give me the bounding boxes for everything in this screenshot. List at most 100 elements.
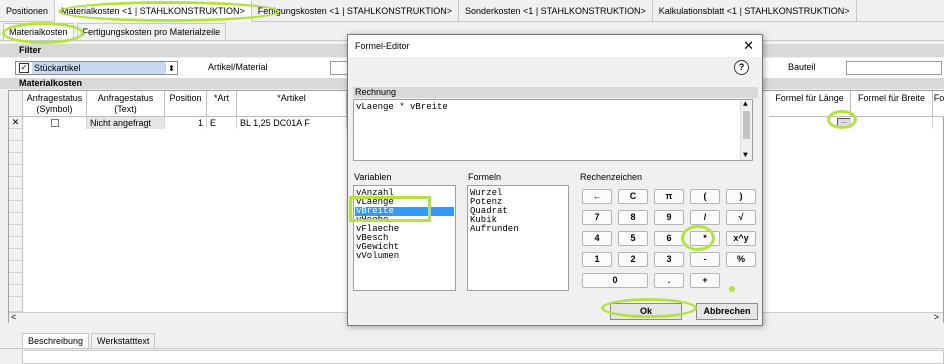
key-minus[interactable]: - [690, 252, 720, 267]
key-6[interactable]: 6 [654, 231, 684, 246]
row-selector[interactable] [9, 249, 23, 261]
bauteil-input[interactable] [846, 61, 942, 75]
ellipsis-button[interactable]: ... [837, 118, 850, 127]
help-icon[interactable]: ? [734, 60, 749, 75]
artikel-material-input[interactable] [330, 61, 348, 75]
header-position[interactable]: Position [165, 91, 207, 117]
ok-button[interactable]: Ok [610, 303, 682, 320]
tab-materialkosten[interactable]: Materialkosten <1 | STAHLKONSTRUKTION> [55, 0, 252, 22]
key-pi[interactable]: π [654, 189, 684, 204]
header-anfragestatus-symbol[interactable]: Anfragestatus (Symbol) [23, 91, 87, 117]
key-1[interactable]: 1 [582, 252, 612, 267]
position-cell[interactable]: 1 [165, 117, 207, 129]
stueckartikel-value: Stückartikel [32, 62, 165, 74]
key-3[interactable]: 3 [654, 252, 684, 267]
key-close-paren[interactable]: ) [726, 189, 756, 204]
row-selector[interactable] [9, 273, 23, 285]
art-cell[interactable]: E [207, 117, 237, 129]
header-formel-more[interactable]: Fo [933, 91, 944, 117]
key-sqrt[interactable]: √ [726, 210, 756, 225]
key-9[interactable]: 9 [654, 210, 684, 225]
key-5[interactable]: 5 [618, 231, 648, 246]
scroll-left-icon[interactable]: < [11, 312, 16, 322]
key-2[interactable]: 2 [618, 252, 648, 267]
formula-textarea[interactable]: vLaenge * vBreite ▲ ▼ [353, 99, 753, 161]
stueckartikel-select[interactable]: ✓ Stückartikel ⬍ [15, 61, 178, 75]
cancel-button[interactable]: Abbrechen [696, 303, 758, 320]
scroll-thumb[interactable] [743, 111, 750, 139]
description-area[interactable] [22, 350, 944, 364]
formel-laenge-cell[interactable]: ... [769, 117, 851, 129]
grid-corner [9, 91, 23, 117]
subtab-fertigungskosten-pro-materialzeile[interactable]: Fertigungskosten pro Materialzeile [76, 23, 227, 40]
row-selector[interactable] [9, 201, 23, 213]
tab-fertigungskosten[interactable]: Fertigungskosten <1 | STAHLKONSTRUKTION> [252, 0, 460, 22]
key-multiply[interactable]: * [690, 231, 720, 246]
row-selector[interactable] [9, 177, 23, 189]
row-selector[interactable] [9, 225, 23, 237]
status-symbol-cell [23, 117, 87, 129]
row-selector[interactable] [9, 189, 23, 201]
list-item[interactable]: vVolumen [355, 252, 454, 261]
dialog-title: Formel-Editor [348, 35, 762, 57]
key-7[interactable]: 7 [582, 210, 612, 225]
status-text-cell[interactable]: Nicht angefragt [87, 117, 165, 129]
header-art[interactable]: *Art [207, 91, 237, 117]
formula-text: vLaenge * vBreite [356, 102, 448, 112]
formel-editor-dialog: Formel-Editor ✕ ? Rechnung vLaenge * vBr… [347, 34, 763, 326]
key-percent[interactable]: % [726, 252, 756, 267]
scroll-right-icon[interactable]: > [934, 312, 939, 322]
formula-scrollbar[interactable]: ▲ ▼ [740, 100, 752, 160]
variablen-list[interactable]: vAnzahl vLaenge vBreite vHoehe vFlaeche … [353, 185, 456, 291]
formel-breite-cell[interactable] [851, 117, 933, 129]
key-decimal[interactable]: . [654, 273, 684, 288]
list-item[interactable]: Aufrunden [469, 225, 567, 234]
scroll-up-icon[interactable]: ▲ [743, 100, 748, 109]
row-selector[interactable] [9, 165, 23, 177]
close-icon[interactable]: ✕ [743, 37, 754, 55]
row-selector[interactable] [9, 285, 23, 297]
artikel-cell[interactable]: BL 1,25 DC01A F [237, 117, 347, 129]
row-selector[interactable]: ✕ [9, 117, 23, 129]
key-divide[interactable]: / [690, 210, 720, 225]
document-tab-bar: Positionen Materialkosten <1 | STAHLKONS… [0, 0, 944, 22]
status-checkbox[interactable] [51, 119, 59, 127]
bottom-tab-bar: Beschreibung Werkstatttext [0, 333, 944, 349]
header-formel-breite[interactable]: Formel für Breite [851, 91, 933, 117]
checkbox-icon[interactable]: ✓ [19, 63, 29, 73]
key-backspace[interactable]: ← [582, 189, 612, 204]
key-clear[interactable]: C [618, 189, 648, 204]
row-selector[interactable] [9, 261, 23, 273]
subtab-materialkosten[interactable]: Materialkosten [3, 23, 74, 40]
tab-kalkulationsblatt[interactable]: Kalkulationsblatt <1 | STAHLKONSTRUKTION… [653, 0, 857, 22]
row-selector[interactable] [9, 213, 23, 225]
row-selector[interactable] [9, 297, 23, 312]
formeln-label: Formeln [468, 172, 502, 182]
row-selector[interactable] [9, 129, 23, 141]
header-anfragestatus-text[interactable]: Anfragestatus (Text) [87, 91, 165, 117]
tab-werkstatttext[interactable]: Werkstatttext [91, 333, 156, 348]
formeln-list[interactable]: Wurzel Potenz Quadrat Kubik Aufrunden [467, 185, 569, 291]
bauteil-label: Bauteil [788, 62, 816, 72]
key-4[interactable]: 4 [582, 231, 612, 246]
rechnung-section: Rechnung [353, 87, 758, 98]
row-selector[interactable] [9, 141, 23, 153]
artikel-material-label: Artikel/Material [208, 62, 268, 72]
rechenzeichen-label: Rechenzeichen [580, 172, 643, 182]
row-selector[interactable] [9, 237, 23, 249]
key-plus[interactable]: + [690, 273, 720, 288]
variablen-label: Variablen [354, 172, 392, 182]
spin-arrows-icon[interactable]: ⬍ [165, 63, 177, 73]
key-open-paren[interactable]: ( [690, 189, 720, 204]
header-artikel[interactable]: *Artikel [237, 91, 347, 117]
key-power[interactable]: x^y [726, 231, 756, 246]
row-selector[interactable] [9, 153, 23, 165]
key-0[interactable]: 0 [582, 273, 648, 288]
highlight-dot [729, 286, 735, 292]
scroll-down-icon[interactable]: ▼ [743, 151, 748, 160]
key-8[interactable]: 8 [618, 210, 648, 225]
tab-beschreibung[interactable]: Beschreibung [22, 333, 90, 348]
tab-sonderkosten[interactable]: Sonderkosten <1 | STAHLKONSTRUKTION> [459, 0, 653, 22]
header-formel-laenge[interactable]: Formel für Länge [769, 91, 851, 117]
tab-positionen[interactable]: Positionen [0, 0, 56, 22]
